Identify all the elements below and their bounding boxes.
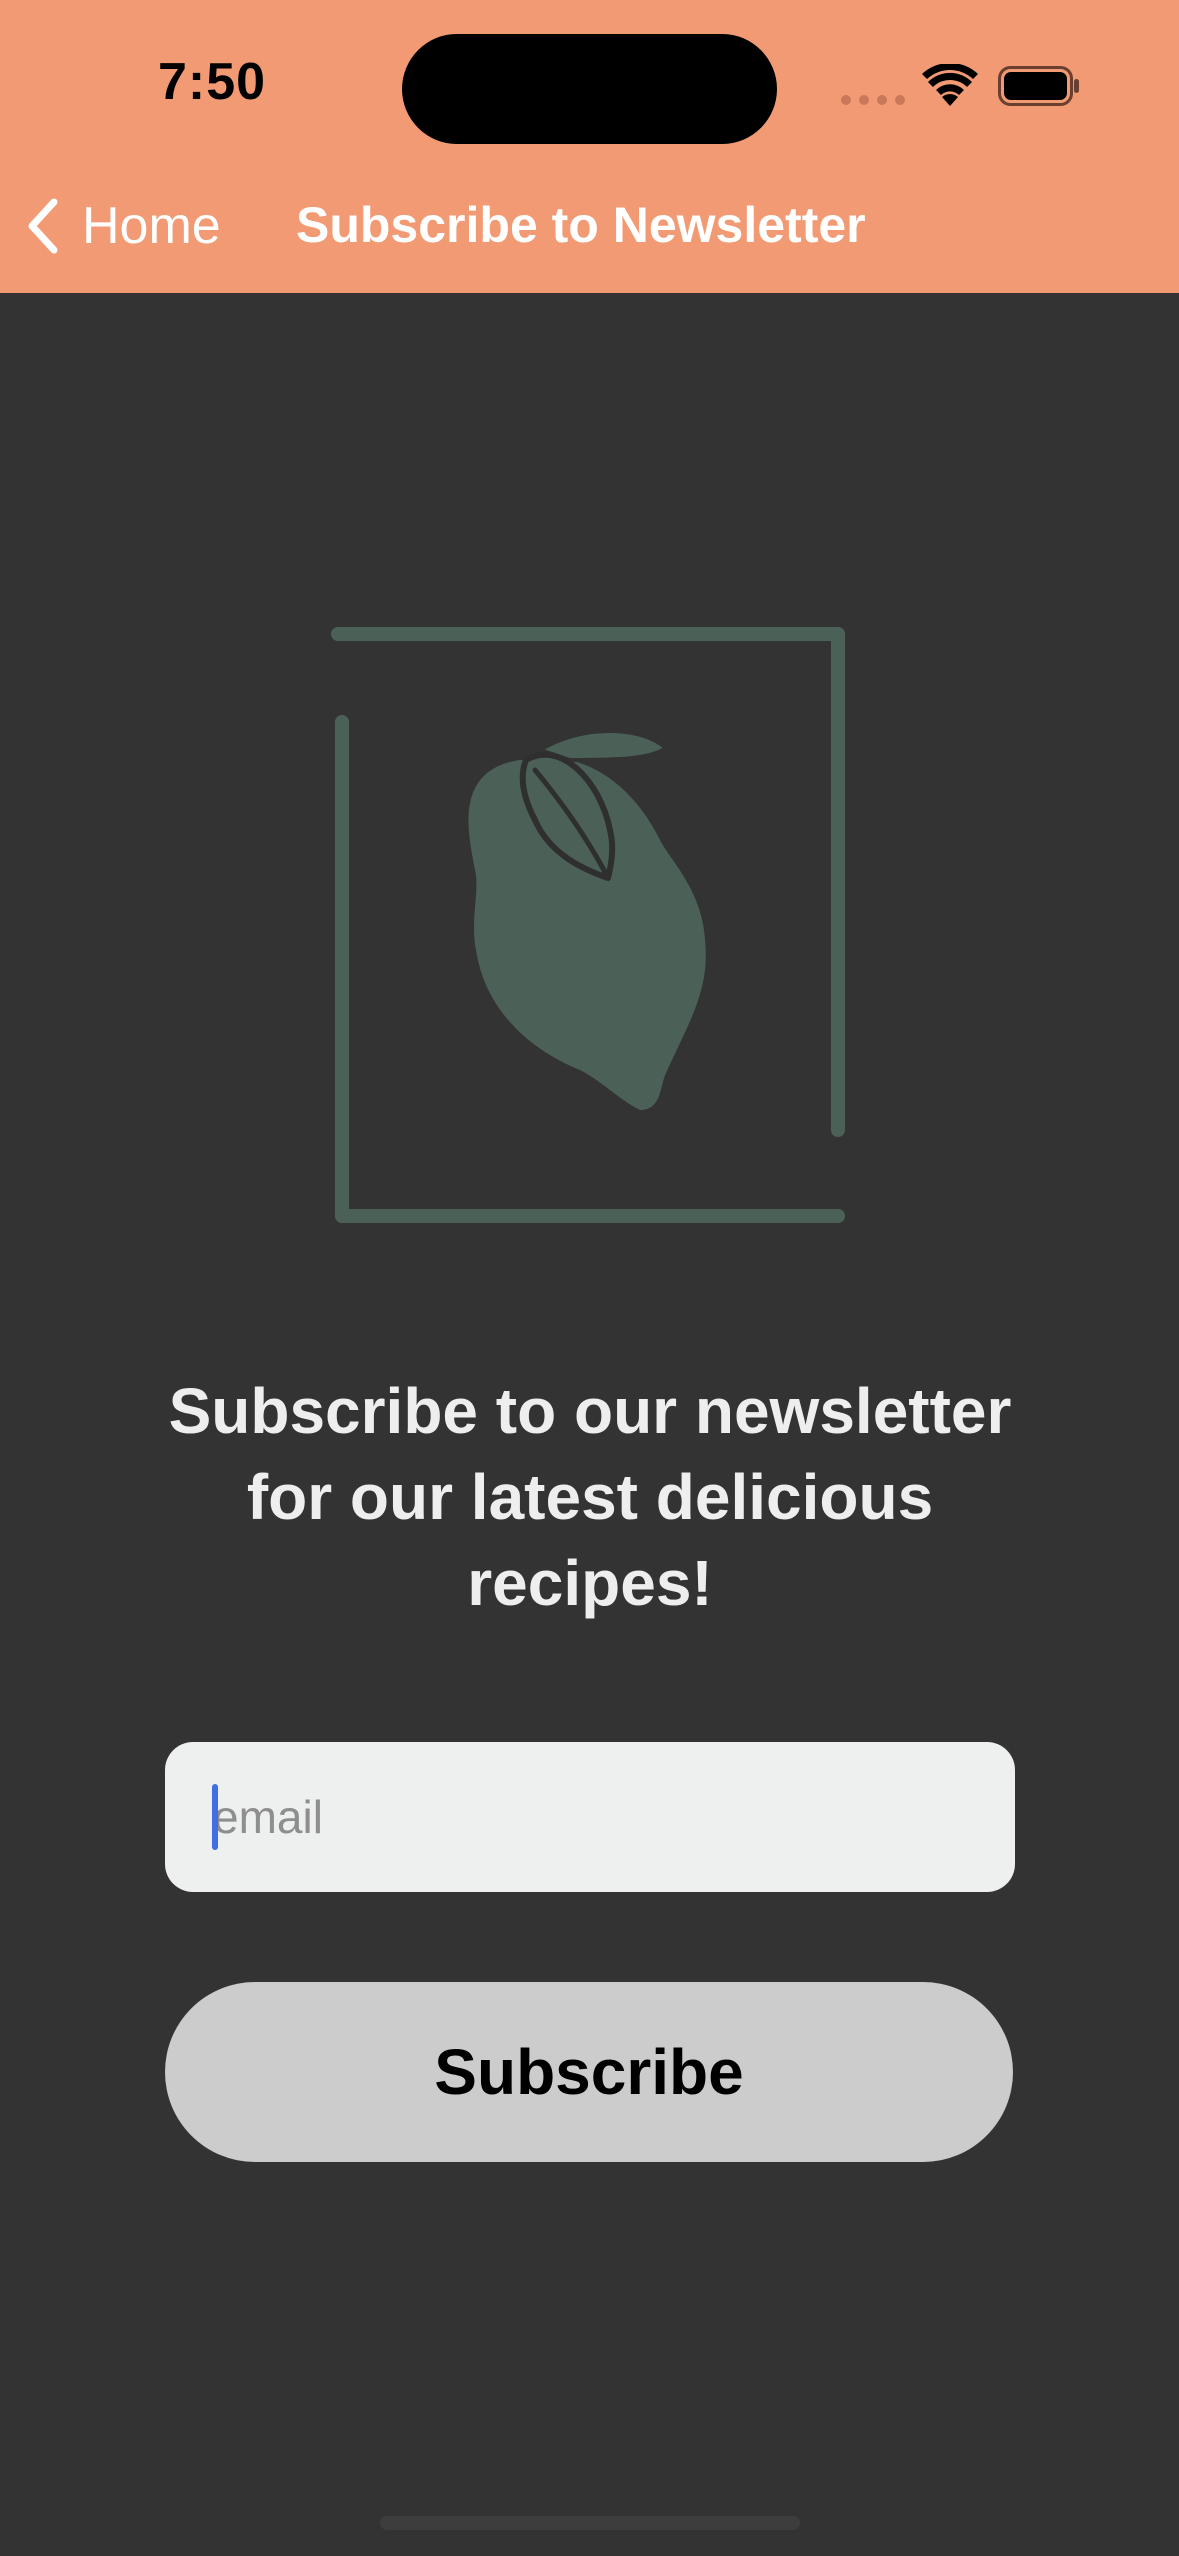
email-field[interactable] [165, 1742, 1015, 1892]
screen: 7:50 Home Subscribe to Newsletter Subscr… [0, 0, 1179, 2556]
battery-icon [998, 66, 1079, 106]
signal-icon [841, 95, 905, 105]
status-icons [840, 62, 1080, 112]
newsletter-heading: Subscribe to our newsletter for our late… [168, 1375, 1012, 1619]
back-button[interactable]: Home [22, 190, 221, 262]
chevron-left-icon [28, 198, 58, 254]
home-indicator[interactable] [380, 2516, 800, 2530]
dynamic-island [402, 34, 777, 144]
back-button-label: Home [82, 197, 221, 255]
page-title: Subscribe to Newsletter [296, 197, 866, 253]
wifi-icon [922, 64, 978, 106]
text-caret [212, 1784, 218, 1850]
status-time: 7:50 [158, 53, 267, 111]
header: 7:50 Home Subscribe to Newsletter [0, 0, 1179, 293]
lemon-illustration-icon [331, 627, 845, 1223]
subscribe-button[interactable]: Subscribe [165, 1982, 1013, 2162]
